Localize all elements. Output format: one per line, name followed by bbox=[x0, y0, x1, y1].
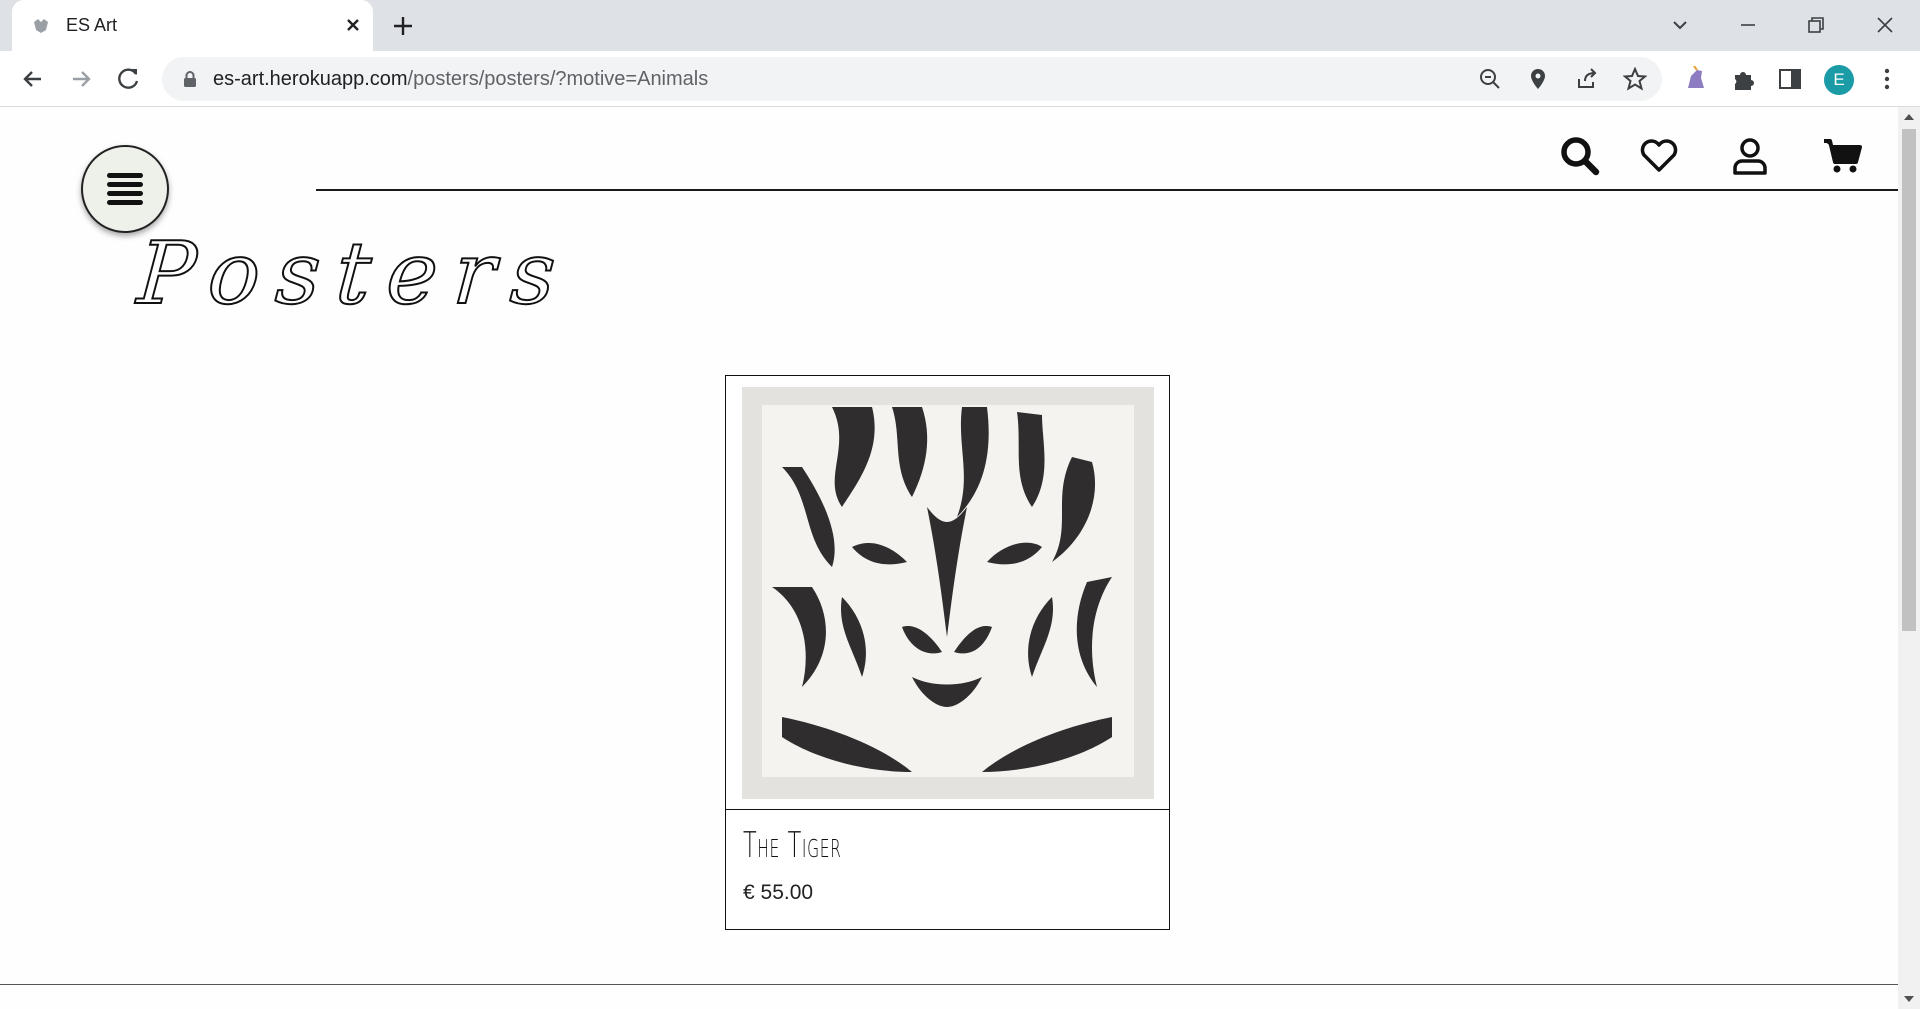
address-bar[interactable]: es-art.herokuapp.com/posters/posters/?mo… bbox=[162, 57, 1662, 101]
page-title: Posters bbox=[134, 223, 576, 325]
close-tab-icon[interactable] bbox=[342, 14, 364, 36]
tiger-poster-image[interactable] bbox=[742, 387, 1154, 799]
new-tab-icon[interactable] bbox=[390, 13, 416, 39]
header-divider bbox=[316, 189, 1898, 191]
scrollbar-thumb[interactable] bbox=[1902, 129, 1916, 631]
search-icon[interactable] bbox=[1559, 135, 1601, 177]
site-favicon-icon bbox=[34, 19, 48, 33]
restore-icon[interactable] bbox=[1801, 10, 1831, 40]
close-window-icon[interactable] bbox=[1870, 10, 1900, 40]
browser-tab[interactable]: ES Art bbox=[12, 0, 373, 51]
location-pin-icon[interactable] bbox=[1526, 67, 1550, 91]
tab-title: ES Art bbox=[66, 15, 118, 35]
product-price: € 55.00 bbox=[743, 881, 814, 904]
url-text[interactable]: es-art.herokuapp.com/posters/posters/?mo… bbox=[213, 68, 708, 91]
reload-icon[interactable] bbox=[115, 65, 143, 93]
browser-toolbar: es-art.herokuapp.com/posters/posters/?mo… bbox=[0, 51, 1920, 107]
heart-icon[interactable] bbox=[1638, 135, 1680, 177]
unicorn-extension-icon[interactable] bbox=[1683, 66, 1709, 92]
product-card[interactable]: The Tiger € 55.00 bbox=[725, 375, 1170, 930]
more-options-icon[interactable] bbox=[1874, 66, 1900, 92]
bookmark-star-icon[interactable] bbox=[1623, 67, 1647, 91]
extensions-puzzle-icon[interactable] bbox=[1731, 66, 1757, 92]
side-panel-icon[interactable] bbox=[1777, 66, 1803, 92]
product-name[interactable]: The Tiger bbox=[743, 825, 842, 866]
card-divider bbox=[726, 809, 1169, 810]
cart-icon[interactable] bbox=[1822, 135, 1864, 177]
tab-search-icon[interactable] bbox=[1665, 10, 1695, 40]
zoom-out-icon[interactable] bbox=[1478, 67, 1502, 91]
profile-avatar[interactable]: E bbox=[1824, 65, 1854, 95]
scroll-up-arrow-icon[interactable] bbox=[1903, 112, 1915, 122]
tab-strip: ES Art bbox=[0, 0, 1920, 51]
minimize-icon[interactable] bbox=[1733, 10, 1763, 40]
vertical-scrollbar[interactable] bbox=[1898, 107, 1920, 1009]
forward-arrow-icon[interactable] bbox=[67, 65, 95, 93]
back-arrow-icon[interactable] bbox=[19, 65, 47, 93]
url-host: es-art.herokuapp.com bbox=[213, 68, 408, 90]
menu-button[interactable] bbox=[81, 145, 169, 233]
page-viewport: Posters The Tiger € 55.00 bbox=[0, 107, 1898, 1009]
hamburger-icon bbox=[107, 173, 143, 205]
lock-icon[interactable] bbox=[182, 70, 198, 88]
user-icon[interactable] bbox=[1729, 135, 1771, 177]
share-icon[interactable] bbox=[1575, 67, 1599, 91]
scroll-down-arrow-icon[interactable] bbox=[1903, 994, 1915, 1004]
footer-divider bbox=[0, 984, 1898, 985]
url-path: /posters/posters/?motive=Animals bbox=[407, 68, 709, 90]
